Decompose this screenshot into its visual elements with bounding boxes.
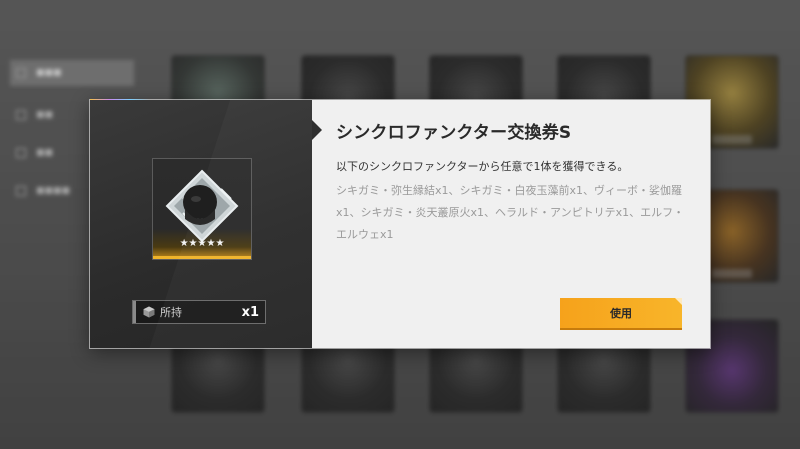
item-preview-panel: ★★★★★ 所持 x1: [90, 100, 312, 348]
panel-pointer-notch: [312, 120, 322, 140]
item-card: ★★★★★: [152, 158, 252, 260]
rarity-stars: ★★★★★: [179, 238, 225, 249]
item-description: 以下のシンクロファンクターから任意で1体を獲得できる。: [336, 160, 629, 173]
owned-label: 所持: [160, 306, 182, 319]
item-title: シンクロファンクター交換券S: [336, 123, 572, 143]
item-info-panel: シンクロファンクター交換券S 以下のシンクロファンクターから任意で1体を獲得でき…: [312, 100, 710, 348]
cube-icon: [143, 306, 155, 318]
item-reward-list: シキガミ・弥生縁結x1、シキガミ・白夜玉藻前x1、ヴィーボ・娑伽羅x1、シキガミ…: [336, 184, 685, 241]
item-detail-modal: ★★★★★ 所持 x1 シンクロファンクター交換券S 以下のシンクロファンクター…: [89, 99, 711, 349]
owned-count-box: 所持 x1: [132, 300, 266, 324]
synchro-ticket-emblem-icon: [165, 169, 239, 243]
owned-count: x1: [241, 304, 259, 320]
use-button[interactable]: 使用: [560, 298, 682, 328]
